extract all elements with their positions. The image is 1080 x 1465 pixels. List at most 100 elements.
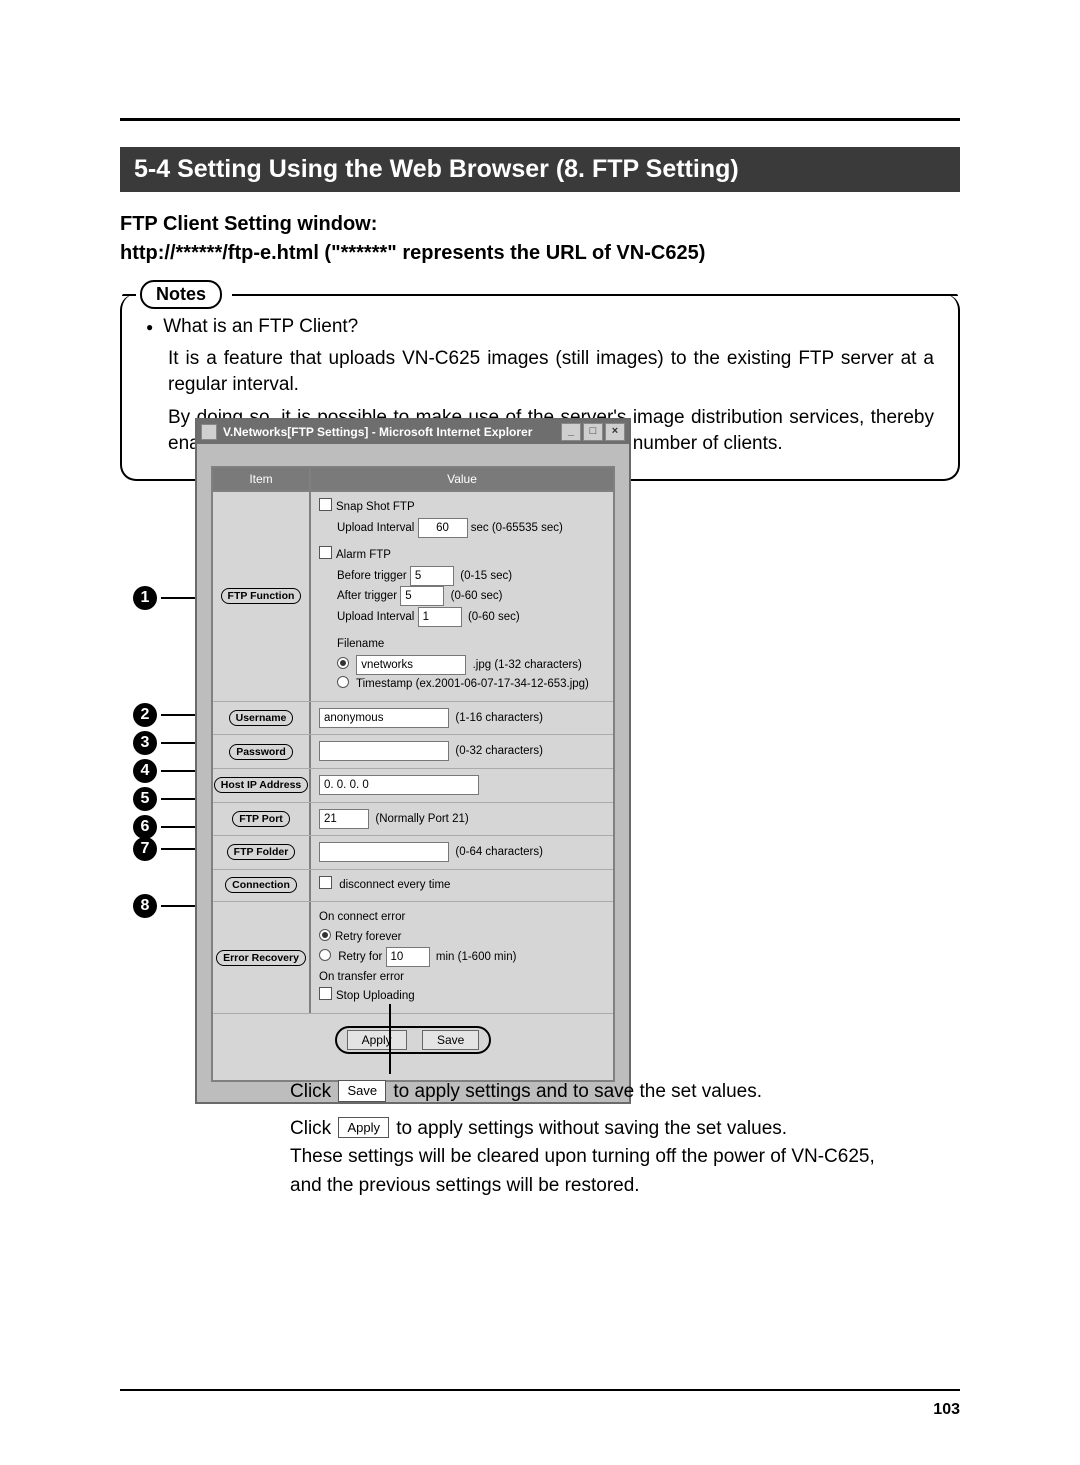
row-ftp-function: FTP Function Snap Shot FTP Upload Interv… [213, 492, 613, 702]
explain-save-text: to apply settings and to save the set va… [393, 1081, 762, 1102]
before-trigger-input[interactable] [410, 566, 454, 586]
label-connection: Connection [225, 877, 297, 893]
label-host-ip: Host IP Address [214, 777, 309, 793]
before-trigger-hint: (0-15 sec) [460, 570, 512, 582]
upload-interval-hint: sec (0-65535 sec) [471, 522, 563, 534]
screenshot-window: 1 2 3 4 5 6 7 8 V.Networks[FTP Settings]… [195, 418, 631, 1104]
retry-for-label: Retry for [338, 951, 382, 963]
filename-input[interactable] [356, 655, 466, 675]
apply-button-highlight: Apply Save [335, 1026, 492, 1054]
retry-for-input[interactable] [386, 947, 430, 967]
apply-button[interactable]: Apply [347, 1030, 407, 1050]
callout-3: 3 [133, 731, 195, 755]
radio-filename-timestamp[interactable] [337, 676, 349, 688]
radio-retry-forever[interactable] [319, 929, 331, 941]
callout-5: 5 [133, 787, 195, 811]
on-transfer-error-label: On transfer error [319, 968, 605, 988]
close-button[interactable]: × [605, 423, 625, 441]
minimize-button[interactable]: _ [561, 423, 581, 441]
alarm-upload-interval-hint: (0-60 sec) [468, 611, 520, 623]
callout-6: 6 [133, 815, 195, 839]
inline-apply-button: Apply [338, 1117, 389, 1139]
row-connection: Connection disconnect every time [213, 870, 613, 903]
ie-window: V.Networks[FTP Settings] - Microsoft Int… [195, 418, 631, 1104]
checkbox-alarm-ftp[interactable] [319, 546, 332, 559]
password-input[interactable] [319, 741, 449, 761]
callout-4: 4 [133, 759, 195, 783]
explain-click-1: Click [290, 1081, 331, 1102]
ftp-folder-input[interactable] [319, 842, 449, 862]
maximize-button[interactable]: □ [583, 423, 603, 441]
label-ftp-folder: FTP Folder [227, 844, 296, 860]
row-error-recovery: Error Recovery On connect error Retry fo… [213, 902, 613, 1014]
alarm-upload-interval-input[interactable] [418, 607, 462, 627]
titlebar: V.Networks[FTP Settings] - Microsoft Int… [197, 420, 629, 444]
label-password: Password [229, 744, 293, 760]
callout-1: 1 [133, 586, 195, 610]
before-trigger-label: Before trigger [337, 570, 407, 582]
callout-8: 8 [133, 894, 195, 918]
explain-click-2: Click [290, 1118, 331, 1139]
row-password: Password (0-32 characters) [213, 735, 613, 769]
host-ip-input[interactable] [319, 775, 479, 795]
after-trigger-label: After trigger [337, 590, 397, 602]
retry-forever-label: Retry forever [335, 931, 401, 943]
header-value: Value [311, 468, 613, 490]
upload-interval-input[interactable] [418, 518, 468, 538]
save-button[interactable]: Save [422, 1030, 479, 1050]
password-hint: (0-32 characters) [455, 745, 543, 757]
radio-retry-for[interactable] [319, 949, 331, 961]
ftp-folder-hint: (0-64 characters) [455, 846, 543, 858]
header-item: Item [213, 468, 311, 490]
subhead-line1: FTP Client Setting window: [120, 210, 960, 239]
section-title: 5-4 Setting Using the Web Browser (8. FT… [120, 147, 960, 192]
notes-paragraph-1: It is a feature that uploads VN-C625 ima… [146, 346, 934, 398]
footer-rule [120, 1389, 960, 1391]
upload-interval-label: Upload Interval [337, 522, 414, 534]
window-title: V.Networks[FTP Settings] - Microsoft Int… [223, 425, 561, 439]
label-username: Username [229, 710, 294, 726]
callout-pointer-line [389, 1004, 391, 1074]
disconnect-label: disconnect every time [339, 879, 450, 891]
checkbox-stop-uploading[interactable] [319, 987, 332, 1000]
username-input[interactable] [319, 708, 449, 728]
ftp-port-hint: (Normally Port 21) [375, 813, 468, 825]
top-rule [120, 118, 960, 121]
label-error-recovery: Error Recovery [216, 950, 306, 966]
username-hint: (1-16 characters) [455, 712, 543, 724]
notes-question: What is an FTP Client? [146, 314, 934, 340]
callout-7: 7 [133, 837, 195, 861]
alarm-ftp-label: Alarm FTP [336, 549, 391, 561]
ftp-port-input[interactable] [319, 809, 369, 829]
after-trigger-hint: (0-60 sec) [451, 590, 503, 602]
callout-2: 2 [133, 703, 195, 727]
page-number: 103 [933, 1401, 960, 1419]
button-row: Apply Save [213, 1014, 613, 1080]
radio-filename-custom[interactable] [337, 657, 349, 669]
row-host-ip: Host IP Address [213, 769, 613, 803]
subhead-line2: http://******/ftp-e.html ("******" repre… [120, 239, 960, 268]
table-header: Item Value [213, 468, 613, 492]
checkbox-disconnect[interactable] [319, 876, 332, 889]
timestamp-label: Timestamp (ex.2001-06-07-17-34-12-653.jp… [356, 678, 589, 690]
snapshot-ftp-label: Snap Shot FTP [336, 501, 415, 513]
filename-label: Filename [337, 638, 384, 650]
label-ftp-port: FTP Port [232, 811, 290, 827]
explain-note-1: These settings will be cleared upon turn… [290, 1143, 960, 1172]
notes-label: Notes [140, 280, 222, 309]
checkbox-snapshot-ftp[interactable] [319, 498, 332, 511]
row-ftp-port: FTP Port (Normally Port 21) [213, 803, 613, 837]
on-connect-error-label: On connect error [319, 908, 605, 928]
label-ftp-function: FTP Function [221, 588, 302, 604]
subheading: FTP Client Setting window: http://******… [120, 210, 960, 268]
stop-uploading-label: Stop Uploading [336, 990, 415, 1002]
ie-icon [201, 424, 217, 440]
row-ftp-folder: FTP Folder (0-64 characters) [213, 836, 613, 870]
manual-page: 5-4 Setting Using the Web Browser (8. FT… [0, 0, 1080, 1465]
explain-apply-text: to apply settings without saving the set… [396, 1118, 787, 1139]
after-trigger-input[interactable] [400, 586, 444, 606]
explain-note-2: and the previous settings will be restor… [290, 1172, 960, 1201]
filename-hint: .jpg (1-32 characters) [473, 659, 582, 671]
retry-for-hint: min (1-600 min) [436, 951, 517, 963]
settings-table: Item Value FTP Function Snap Shot FTP Up… [211, 466, 615, 1082]
